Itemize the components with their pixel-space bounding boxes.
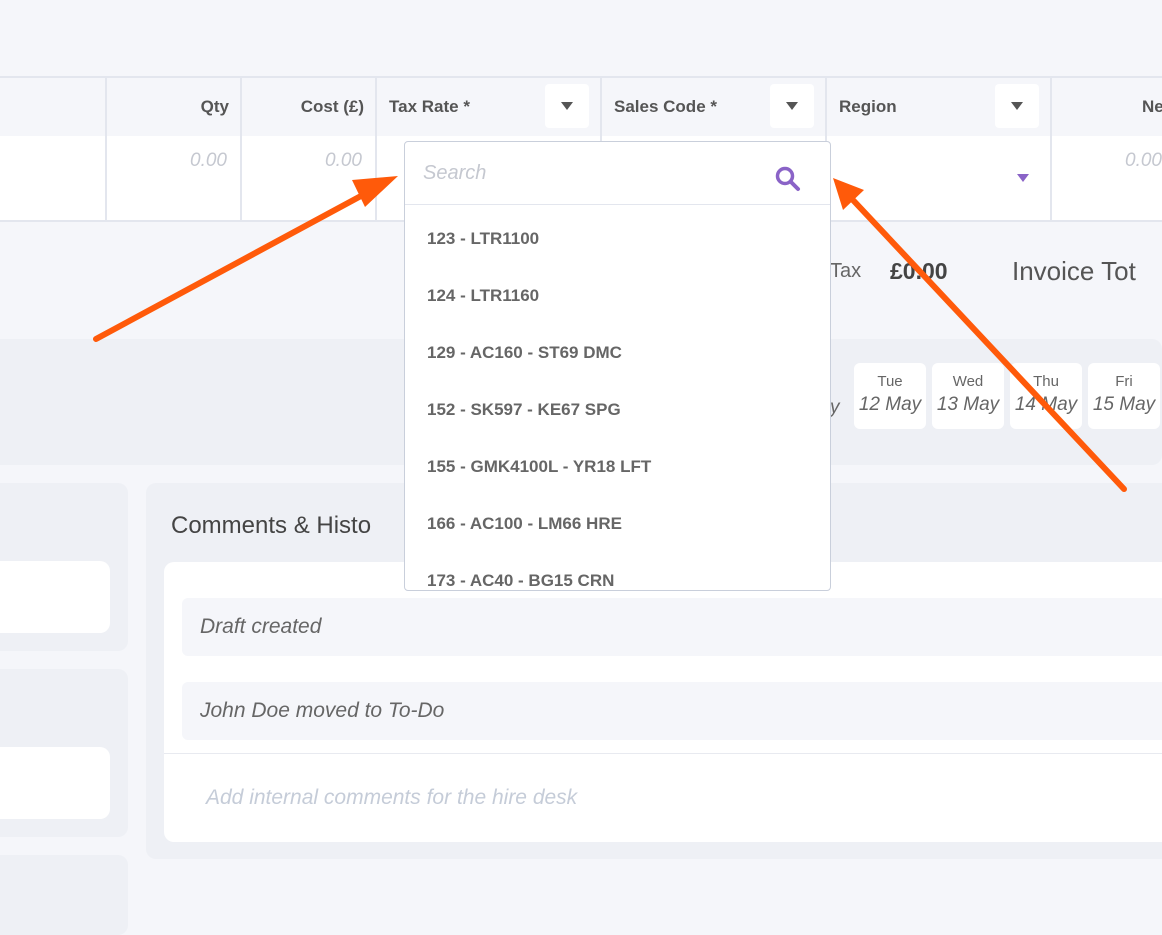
history-entry: John Doe moved to To-Do <box>182 682 1162 740</box>
dropdown-option[interactable]: 124 - LTR1160 <box>427 286 539 306</box>
left-panel <box>0 855 128 935</box>
history-entry: Draft created <box>182 598 1162 656</box>
tax-value: £0.00 <box>890 258 948 284</box>
dropdown-search <box>405 142 830 205</box>
column-header-cost: Cost (£) <box>240 78 376 136</box>
caret-down-icon <box>786 102 798 110</box>
calendar-day[interactable]: Tue 12 May <box>854 363 926 429</box>
column-header-region: Region <box>825 78 1051 136</box>
region-cell[interactable] <box>825 136 1051 220</box>
caret-down-icon <box>561 102 573 110</box>
calendar-day[interactable]: Thu 14 May <box>1010 363 1082 429</box>
dropdown-option[interactable]: 155 - GMK4100L - YR18 LFT <box>427 457 651 477</box>
left-field[interactable] <box>0 747 110 819</box>
comment-input[interactable]: Add internal comments for the hire desk <box>206 786 577 810</box>
dropdown-option[interactable]: 173 - AC40 - BG15 CRN <box>427 571 614 590</box>
calendar-day[interactable]: Wed 13 May <box>932 363 1004 429</box>
dropdown-option[interactable]: 152 - SK597 - KE67 SPG <box>427 400 621 420</box>
left-field[interactable] <box>0 561 110 633</box>
column-header-net: Ne <box>1050 78 1162 136</box>
comments-divider <box>164 753 1162 754</box>
dropdown-search-input[interactable] <box>421 157 765 189</box>
column-header-tax-rate: Tax Rate * <box>375 78 601 136</box>
dropdown-option[interactable]: 123 - LTR1100 <box>427 229 539 249</box>
calendar-day[interactable]: Fri 15 May <box>1088 363 1160 429</box>
top-bar <box>0 0 1162 76</box>
calendar-partial-day: y <box>830 397 840 418</box>
cost-cell[interactable]: 0.00 <box>240 136 376 220</box>
dropdown-option[interactable]: 129 - AC160 - ST69 DMC <box>427 343 622 363</box>
region-filter-button[interactable] <box>995 84 1039 128</box>
tax-label: Tax <box>830 260 862 282</box>
column-header-qty: Qty <box>105 78 241 136</box>
sales-code-filter-button[interactable] <box>770 84 814 128</box>
column-header-sales-code: Sales Code * <box>600 78 826 136</box>
comments-title: Comments & Histo <box>171 512 372 539</box>
tax-rate-filter-button[interactable] <box>545 84 589 128</box>
dropdown-option[interactable]: 166 - AC100 - LM66 HRE <box>427 514 622 534</box>
first-cell[interactable] <box>0 136 107 220</box>
region-caret-icon <box>1017 174 1029 182</box>
table-header: Qty Cost (£) Tax Rate * Sales Code * Reg… <box>0 76 1162 138</box>
qty-cell[interactable]: 0.00 <box>105 136 241 220</box>
search-icon[interactable] <box>775 166 801 192</box>
sales-code-dropdown: 123 - LTR1100 124 - LTR1160 129 - AC160 … <box>404 141 831 591</box>
net-cell[interactable]: 0.00 <box>1050 136 1162 220</box>
invoice-total-label: Invoice Tot <box>1012 256 1136 286</box>
caret-down-icon <box>1011 102 1023 110</box>
